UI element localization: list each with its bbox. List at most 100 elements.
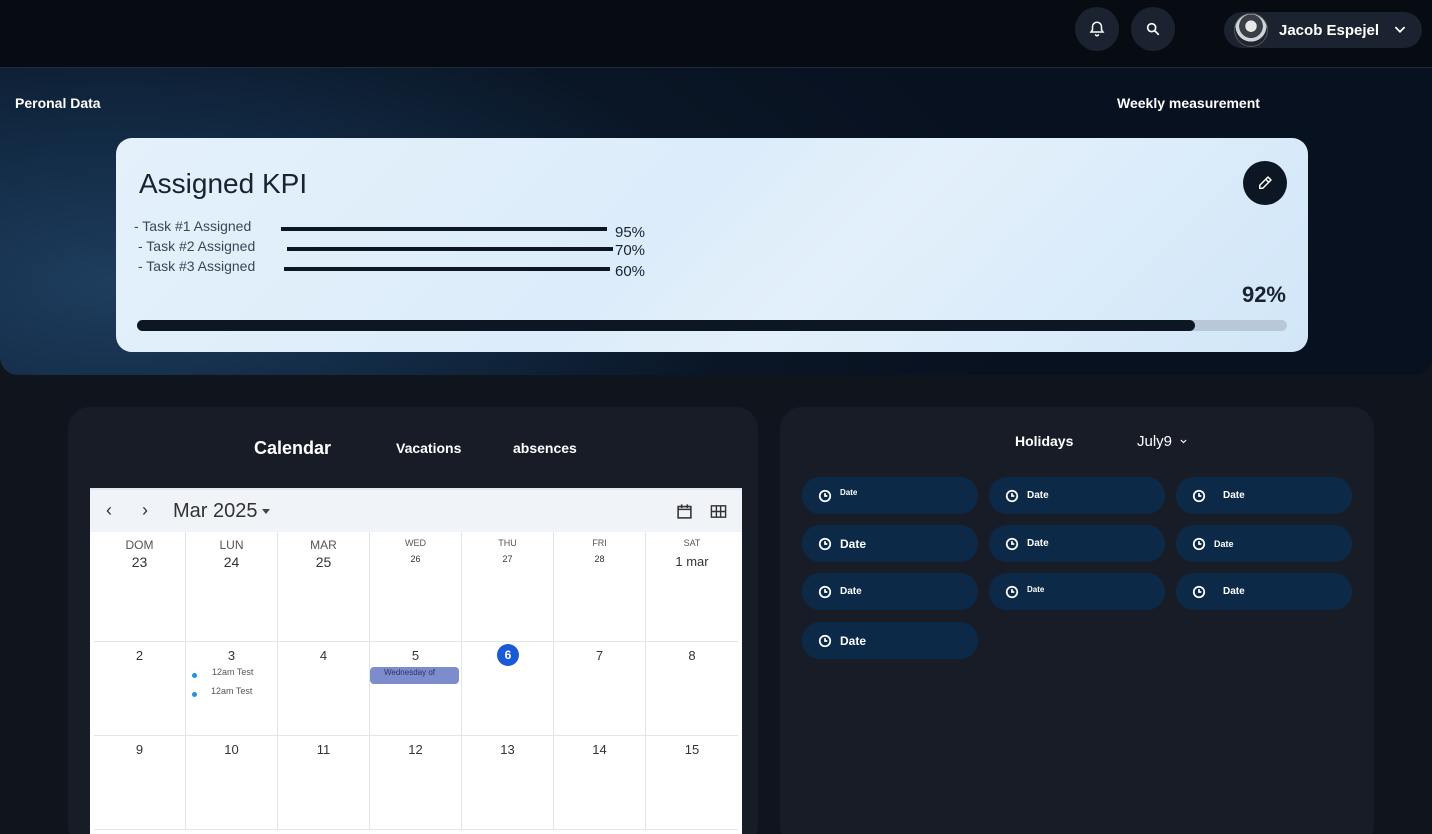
- day-cell[interactable]: 4: [278, 642, 370, 736]
- day-cell[interactable]: 8: [646, 642, 738, 736]
- day-name: FRI: [592, 538, 607, 548]
- day-number: 7: [595, 648, 604, 663]
- clock-icon: [818, 634, 832, 647]
- event-bar[interactable]: Wednesday of: [370, 667, 459, 684]
- day-number: 1 mar: [675, 554, 709, 569]
- day-number: 3: [227, 648, 236, 663]
- holiday-date-pill[interactable]: Date: [802, 622, 978, 659]
- day-cell[interactable]: 3 12am Test 12am Test: [186, 642, 278, 736]
- task-percent: 70%: [615, 242, 646, 259]
- holiday-date-pill[interactable]: Date: [1176, 525, 1352, 562]
- day-number: 24: [223, 554, 240, 570]
- top-bar: Jacob Espejel: [0, 0, 1432, 68]
- next-month-button[interactable]: ›: [142, 500, 148, 521]
- clock-icon: [1192, 585, 1206, 598]
- day-cell[interactable]: 2: [94, 642, 186, 736]
- day-number: 25: [315, 554, 332, 570]
- overall-progress-track: [137, 320, 1287, 331]
- task-row-3: - Task #3 Assigned 60%: [138, 258, 658, 280]
- tab-calendar[interactable]: Calendar: [254, 438, 331, 459]
- caret-down-icon[interactable]: [261, 508, 271, 516]
- clock-icon: [1005, 585, 1019, 598]
- day-cell[interactable]: 9: [94, 736, 186, 830]
- event-label[interactable]: 12am Test: [212, 667, 253, 677]
- day-cell[interactable]: SAT 1 mar: [646, 532, 738, 642]
- today-marker[interactable]: 6: [497, 644, 519, 666]
- day-cell[interactable]: 12: [370, 736, 462, 830]
- notifications-button[interactable]: [1075, 7, 1119, 51]
- day-number: 28: [594, 554, 605, 564]
- chevron-down-icon: [1180, 439, 1187, 444]
- day-cell[interactable]: 13: [462, 736, 554, 830]
- task-row-1: - Task #1 Assigned 95%: [134, 218, 654, 241]
- event-dot: [192, 692, 197, 697]
- personal-data-label: Peronal Data: [15, 95, 101, 111]
- holiday-date-pill[interactable]: Date: [1176, 477, 1352, 514]
- day-cell[interactable]: 11: [278, 736, 370, 830]
- clock-icon: [818, 585, 832, 598]
- prev-month-button[interactable]: ‹: [106, 500, 112, 521]
- date-label: Date: [840, 586, 862, 597]
- holiday-date-pill[interactable]: Date: [989, 573, 1165, 610]
- edit-button[interactable]: [1243, 161, 1287, 205]
- day-name: THU: [498, 538, 517, 548]
- tab-vacations[interactable]: Vacations: [396, 440, 461, 456]
- date-label: Date: [840, 488, 858, 497]
- clock-icon: [818, 537, 832, 550]
- date-label: Date: [1223, 490, 1245, 501]
- holiday-date-pill[interactable]: Date: [989, 477, 1165, 514]
- month-select[interactable]: July9: [1137, 433, 1188, 450]
- grid-view-icon[interactable]: [710, 503, 727, 520]
- day-number: 5: [411, 648, 420, 663]
- tab-absences[interactable]: absences: [513, 440, 577, 456]
- day-number: 12: [408, 742, 423, 757]
- day-cell[interactable]: DOM 23: [94, 532, 186, 642]
- day-cell[interactable]: 6: [462, 642, 554, 736]
- pencil-icon: [1259, 176, 1272, 189]
- holiday-date-pill[interactable]: Date: [1176, 573, 1352, 610]
- calendar-widget: ‹ › Mar 2025 DOM 23 LUN 24 MAR 25 WED 26…: [90, 488, 742, 834]
- day-number: 2: [135, 648, 144, 663]
- clock-icon: [1005, 537, 1019, 550]
- day-number: 9: [135, 742, 144, 757]
- search-icon: [1146, 22, 1160, 36]
- date-label: Date: [1214, 538, 1234, 549]
- task-label: - Task #3 Assigned: [138, 258, 256, 274]
- clock-icon: [1192, 537, 1206, 550]
- holiday-date-pill[interactable]: Date: [802, 573, 978, 610]
- month-label[interactable]: Mar 2025: [173, 500, 258, 523]
- day-cell[interactable]: 14: [554, 736, 646, 830]
- holiday-date-pill[interactable]: Date: [802, 525, 978, 562]
- calendar-view-icon[interactable]: [676, 503, 693, 520]
- day-cell[interactable]: LUN 24: [186, 532, 278, 642]
- date-label: Date: [1027, 490, 1049, 501]
- holiday-date-pill[interactable]: Date: [989, 525, 1165, 562]
- day-cell[interactable]: 10: [186, 736, 278, 830]
- day-number: 23: [131, 554, 148, 570]
- day-cell[interactable]: 7: [554, 642, 646, 736]
- clock-icon: [1192, 489, 1206, 502]
- search-button[interactable]: [1131, 7, 1175, 51]
- kpi-title: Assigned KPI: [139, 168, 308, 199]
- holidays-title[interactable]: Holidays: [1015, 433, 1073, 449]
- calendar-grid: DOM 23 LUN 24 MAR 25 WED 26 THU 27 FRI 2…: [94, 532, 738, 834]
- day-name: WED: [405, 538, 426, 548]
- day-cell[interactable]: WED 26: [370, 532, 462, 642]
- day-cell[interactable]: FRI 28: [554, 532, 646, 642]
- day-cell[interactable]: MAR 25: [278, 532, 370, 642]
- event-label[interactable]: 12am Test: [211, 686, 252, 696]
- calendar-header: ‹ › Mar 2025: [90, 490, 742, 532]
- day-cell[interactable]: 5 Wednesday of: [370, 642, 462, 736]
- bell-icon: [1089, 21, 1105, 37]
- task-progress-bar: [287, 247, 613, 251]
- event-dot: [192, 673, 197, 678]
- day-cell[interactable]: 15: [646, 736, 738, 830]
- user-menu[interactable]: Jacob Espejel: [1224, 12, 1422, 48]
- month-select-value: July9: [1137, 433, 1173, 450]
- day-cell[interactable]: THU 27: [462, 532, 554, 642]
- overall-progress-fill: [137, 320, 1195, 331]
- day-number: 4: [319, 648, 328, 663]
- overall-percent: 92%: [1241, 282, 1286, 307]
- date-label: Date: [840, 633, 867, 648]
- holiday-date-pill[interactable]: Date: [802, 477, 978, 514]
